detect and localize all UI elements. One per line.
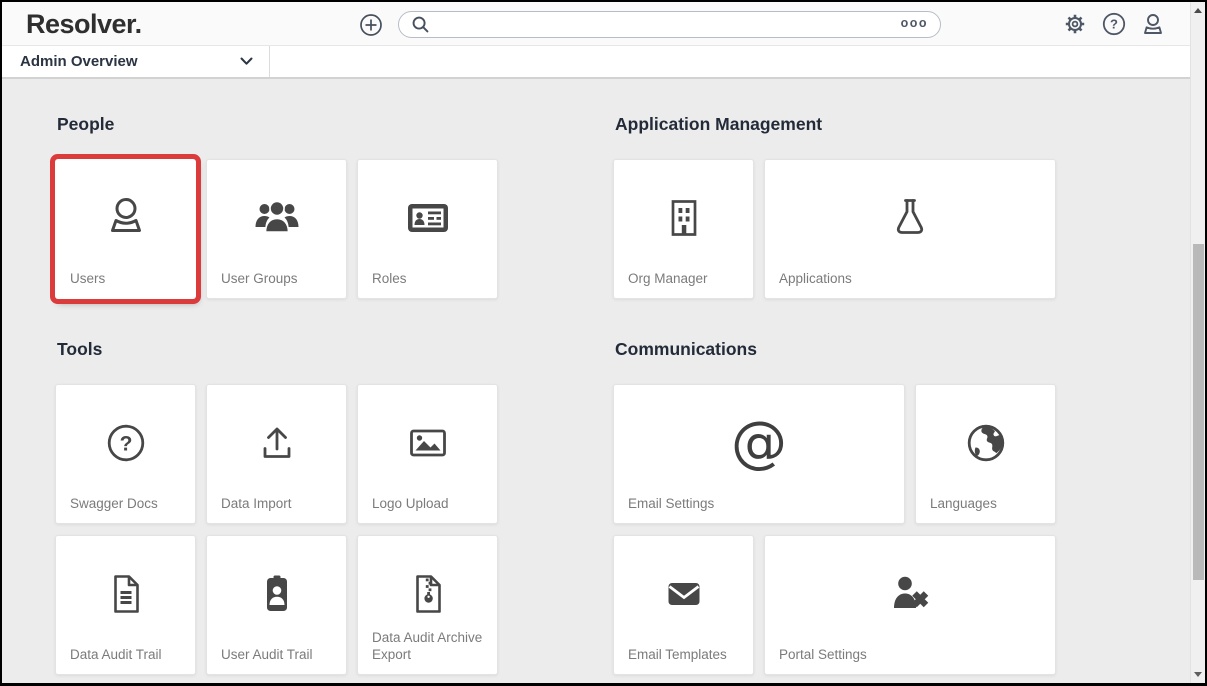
search-more-menu[interactable]: ooo bbox=[901, 17, 928, 32]
globe-icon bbox=[916, 419, 1055, 467]
document-icon bbox=[56, 570, 195, 618]
card-label: Org Manager bbox=[628, 271, 708, 286]
question-circle-icon: ? bbox=[56, 419, 195, 467]
triangle-down-icon bbox=[1194, 672, 1202, 677]
svg-text:?: ? bbox=[119, 433, 132, 456]
section-people: People Users User Groups Roles bbox=[55, 113, 499, 299]
card-label: Portal Settings bbox=[779, 647, 867, 662]
card-label: User Audit Trail bbox=[221, 647, 313, 662]
image-icon bbox=[358, 419, 497, 467]
flask-icon bbox=[765, 194, 1055, 242]
card-label: Swagger Docs bbox=[70, 496, 158, 511]
view-selector-label: Admin Overview bbox=[20, 53, 138, 70]
create-new-button[interactable] bbox=[359, 13, 383, 37]
card-org-manager[interactable]: Org Manager bbox=[613, 159, 754, 299]
communications-card-grid: @ Email Settings Languages Email Templat… bbox=[613, 384, 1056, 675]
card-label: Data Audit Archive Export bbox=[372, 630, 483, 662]
card-label: Logo Upload bbox=[372, 496, 449, 511]
user-x-icon bbox=[765, 570, 1055, 618]
scroll-down-button[interactable] bbox=[1191, 667, 1205, 682]
card-languages[interactable]: Languages bbox=[915, 384, 1056, 524]
section-application-management: Application Management Org Manager Appli… bbox=[613, 113, 1056, 299]
card-swagger-docs[interactable]: ? Swagger Docs bbox=[55, 384, 196, 524]
help-button[interactable]: ? bbox=[1102, 12, 1126, 36]
card-label: Email Templates bbox=[628, 647, 727, 662]
section-communications: Communications @ Email Settings Language… bbox=[613, 338, 1056, 675]
badge-user-icon bbox=[207, 570, 346, 618]
upload-icon bbox=[207, 419, 346, 467]
at-sign-icon: @ bbox=[731, 410, 787, 475]
section-title-tools: Tools bbox=[57, 339, 103, 359]
top-navigation-bar: Resolver. ooo ? bbox=[2, 2, 1205, 46]
user-icon bbox=[1141, 14, 1165, 39]
card-logo-upload[interactable]: Logo Upload bbox=[357, 384, 498, 524]
secondary-nav-bar: Admin Overview bbox=[2, 46, 1205, 79]
card-label: Roles bbox=[372, 271, 407, 286]
question-circle-icon: ? bbox=[1102, 12, 1126, 39]
roles-id-card-icon bbox=[358, 194, 497, 242]
section-title-application-management: Application Management bbox=[615, 114, 823, 134]
card-label: Data Import bbox=[221, 496, 292, 511]
svg-text:?: ? bbox=[1110, 17, 1118, 32]
card-label: Email Settings bbox=[628, 496, 715, 511]
envelope-icon bbox=[614, 570, 753, 618]
card-users[interactable]: Users bbox=[55, 159, 196, 299]
card-label: Users bbox=[70, 271, 106, 286]
section-tools: Tools ? Swagger Docs Data Import Logo Up… bbox=[55, 338, 499, 675]
card-label: User Groups bbox=[221, 271, 298, 286]
resolver-logo[interactable]: Resolver. bbox=[26, 9, 142, 40]
view-selector-dropdown[interactable]: Admin Overview bbox=[2, 46, 270, 77]
content-right-column: Application Management Org Manager Appli… bbox=[613, 113, 1056, 675]
user-groups-icon bbox=[207, 194, 346, 242]
zip-document-icon bbox=[358, 570, 497, 618]
users-icon bbox=[56, 194, 195, 242]
card-user-groups[interactable]: User Groups bbox=[206, 159, 347, 299]
card-data-audit-trail[interactable]: Data Audit Trail bbox=[55, 535, 196, 675]
card-email-settings[interactable]: @ Email Settings bbox=[613, 384, 905, 524]
vertical-scrollbar[interactable] bbox=[1190, 2, 1205, 683]
card-label: Applications bbox=[779, 271, 852, 286]
card-roles[interactable]: Roles bbox=[357, 159, 498, 299]
global-search-input[interactable] bbox=[438, 17, 901, 32]
section-title-people: People bbox=[57, 114, 115, 134]
search-icon bbox=[411, 15, 430, 34]
card-data-audit-archive-export[interactable]: Data Audit Archive Export bbox=[357, 535, 498, 675]
section-title-communications: Communications bbox=[615, 339, 757, 359]
card-portal-settings[interactable]: Portal Settings bbox=[764, 535, 1056, 675]
card-label: Data Audit Trail bbox=[70, 647, 162, 662]
gear-icon bbox=[1063, 14, 1087, 39]
chevron-down-icon bbox=[240, 57, 253, 66]
topbar-actions: ? bbox=[1063, 12, 1165, 36]
app-window: Resolver. ooo ? Admin Overview People Us… bbox=[0, 0, 1207, 686]
admin-overview-content: People Users User Groups Roles Tools ? S… bbox=[2, 79, 1205, 675]
scrollbar-thumb[interactable] bbox=[1193, 244, 1204, 580]
card-user-audit-trail[interactable]: User Audit Trail bbox=[206, 535, 347, 675]
people-card-grid: Users User Groups Roles bbox=[55, 159, 499, 299]
card-label: Languages bbox=[930, 496, 997, 511]
card-email-templates[interactable]: Email Templates bbox=[613, 535, 754, 675]
tools-card-grid: ? Swagger Docs Data Import Logo Upload D… bbox=[55, 384, 499, 675]
building-icon bbox=[614, 194, 753, 242]
card-applications[interactable]: Applications bbox=[764, 159, 1056, 299]
plus-circle-icon bbox=[359, 14, 383, 40]
global-search[interactable]: ooo bbox=[398, 11, 941, 38]
application-management-card-grid: Org Manager Applications bbox=[613, 159, 1056, 299]
user-account-button[interactable] bbox=[1141, 12, 1165, 36]
triangle-up-icon bbox=[1194, 8, 1202, 13]
settings-button[interactable] bbox=[1063, 12, 1087, 36]
scroll-up-button[interactable] bbox=[1191, 3, 1205, 18]
content-left-column: People Users User Groups Roles Tools ? S… bbox=[55, 113, 499, 675]
card-data-import[interactable]: Data Import bbox=[206, 384, 347, 524]
